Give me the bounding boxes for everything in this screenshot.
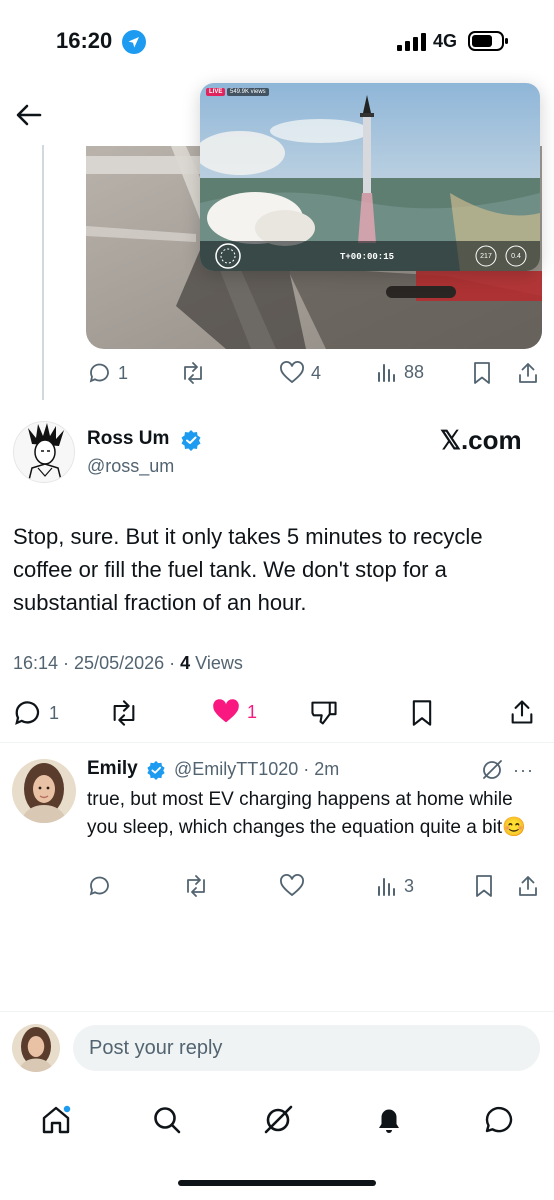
parent-bookmark-button[interactable] [472,361,492,385]
reply-input[interactable] [73,1025,540,1071]
repost-icon [113,700,135,726]
avatar[interactable] [13,421,75,483]
verified-badge-icon [147,760,165,780]
bookmark-icon [412,700,432,726]
parent-share-button[interactable] [516,361,540,385]
bottom-navigation [0,1088,554,1148]
share-icon [519,363,537,383]
source-link[interactable]: 𝕏.com [440,425,522,456]
reply-share-button[interactable] [516,874,540,898]
parent-like-button[interactable]: 4 [279,361,321,385]
repost-icon [184,362,202,384]
search-icon [154,1107,181,1134]
bookmark-icon [476,875,492,897]
location-arrow-icon [122,30,146,54]
reply-like-button[interactable] [279,874,305,898]
sketch-portrait-avatar [14,422,74,482]
bell-icon [379,1109,399,1133]
grok-icon [264,1105,293,1134]
live-view-count: 549.9K views [227,88,269,96]
back-button[interactable] [12,98,46,132]
nav-search[interactable] [147,1100,187,1140]
tweet-views-label: Views [190,653,243,673]
parent-reply-count: 1 [118,362,129,383]
reply-actions: 3 [0,874,554,904]
home-icon [42,1104,72,1134]
reply-icon [89,363,109,383]
share-button[interactable] [508,698,536,726]
reply-body: true, but most EV charging happens at ho… [87,789,526,838]
nav-messages[interactable] [479,1100,519,1140]
divider [0,1011,554,1012]
parent-reply-button[interactable]: 1 [88,361,128,385]
verified-badge-icon [181,430,201,451]
share-icon [511,700,533,724]
home-indicator[interactable] [178,1180,376,1186]
tweet-timestamp[interactable]: 16:14 · 25/05/2026 · [13,653,180,673]
live-video-player[interactable]: LIVE 549.9K views T+00:00:15 217 0.4 [200,83,540,271]
author-name[interactable]: Ross Um [87,428,169,450]
reply-icon [15,701,40,725]
author-handle[interactable]: @ross_um [87,456,174,477]
divider [0,742,554,743]
views-chart-icon [378,364,395,382]
parent-view-count: 88 [404,361,425,382]
thumbs-down-icon [311,701,337,725]
reply-icon [89,876,109,896]
heart-icon [280,874,304,897]
chat-bubble-icon [485,1107,513,1133]
status-time: 16:20 [56,28,113,53]
altitude-readout: 0.4 [511,253,521,260]
like-count: 1 [247,701,258,722]
reply-author-name[interactable]: Emily [87,758,138,780]
main-post-actions: 1 1 [0,696,554,730]
network-label: 4G [433,31,458,51]
signal-icon [397,33,426,51]
grok-icon[interactable] [480,758,504,782]
tweet-views-count: 4 [180,653,191,673]
status-bar: 16:20 4G [0,0,554,84]
more-options-icon[interactable]: ··· [513,760,534,781]
nav-home[interactable] [36,1100,76,1140]
reply-button[interactable]: 1 [13,698,59,728]
heart-filled-icon [213,699,239,723]
parent-repost-button[interactable] [180,361,206,385]
repost-button[interactable] [108,699,140,727]
reply-bookmark-button[interactable] [474,874,494,898]
share-icon [519,876,537,896]
dislike-button[interactable] [309,699,339,727]
repost-icon [187,875,205,897]
reply-avatar[interactable] [12,759,76,823]
heart-icon [280,361,304,384]
reply-views-button[interactable]: 3 [376,875,414,897]
bookmark-button[interactable] [410,699,434,727]
reply-count: 1 [49,702,60,723]
nav-notifications[interactable] [369,1100,409,1140]
portrait-photo-avatar [12,759,76,823]
mission-timer: T+00:00:15 [340,252,395,262]
rocket-launch-frame [200,83,540,271]
parent-views-button[interactable]: 88 [376,361,424,383]
parent-post-actions: 1 4 88 [0,360,554,390]
views-chart-icon [378,878,395,896]
like-button[interactable]: 1 [211,698,257,726]
portrait-photo-avatar [12,1024,60,1072]
compose-avatar[interactable] [12,1024,60,1072]
tweet-metadata: 16:14 · 25/05/2026 · 4 Views [13,653,243,674]
arrow-left-icon [16,104,42,126]
battery-icon [468,31,508,51]
nav-grok[interactable] [258,1100,298,1140]
bookmark-icon [474,362,490,384]
parent-like-count: 4 [311,362,322,383]
reply-reply-button[interactable] [88,874,112,898]
speed-readout: 217 [480,253,492,260]
tweet-body: Stop, sure. But it only takes 5 minutes … [13,524,483,615]
live-badge: LIVE [206,88,226,96]
reply-view-count: 3 [404,875,415,896]
reply-author-handle[interactable]: @EmilyTT1020 · 2m [174,759,339,780]
reply-repost-button[interactable] [183,874,209,898]
